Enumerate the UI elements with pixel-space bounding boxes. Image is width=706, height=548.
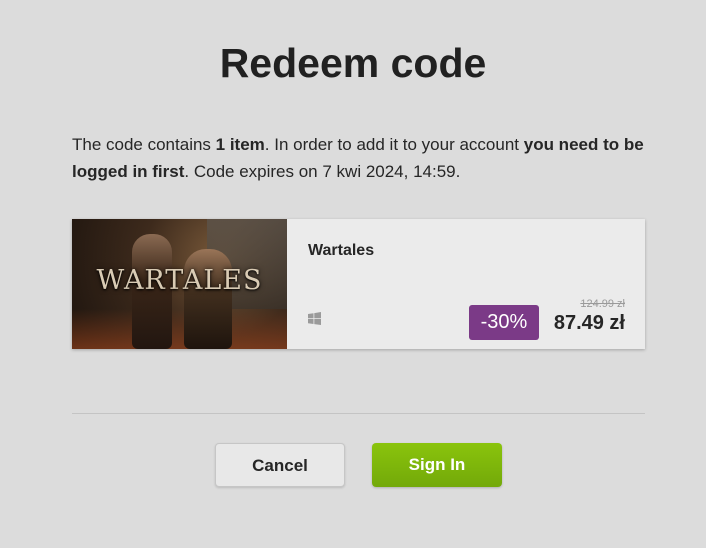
- description-text: . In order to add it to your account: [264, 135, 524, 154]
- game-logo: WARTALES: [96, 265, 263, 296]
- expiry-text: . Code expires on 7 kwi 2024, 14:59.: [184, 162, 461, 181]
- sign-in-button[interactable]: Sign In: [372, 443, 502, 487]
- discount-badge: -30%: [469, 305, 539, 340]
- original-price: 124.99 zł: [580, 298, 625, 310]
- product-card[interactable]: WARTALES Wartales -30% 124.99 zł 87.49 z…: [72, 219, 645, 349]
- cancel-button[interactable]: Cancel: [215, 443, 345, 487]
- game-cover-image: WARTALES: [72, 219, 287, 349]
- windows-icon: [308, 312, 321, 330]
- dialog-title: Redeem code: [219, 40, 487, 86]
- product-info: Wartales -30% 124.99 zł 87.49 zł: [287, 219, 645, 349]
- current-price: 87.49 zł: [553, 312, 625, 334]
- game-title[interactable]: Wartales: [308, 242, 374, 260]
- item-count: 1 item: [215, 135, 265, 154]
- description-text: The code contains: [72, 135, 216, 154]
- redeem-description: The code contains 1 item. In order to ad…: [72, 131, 652, 185]
- divider: [72, 413, 645, 414]
